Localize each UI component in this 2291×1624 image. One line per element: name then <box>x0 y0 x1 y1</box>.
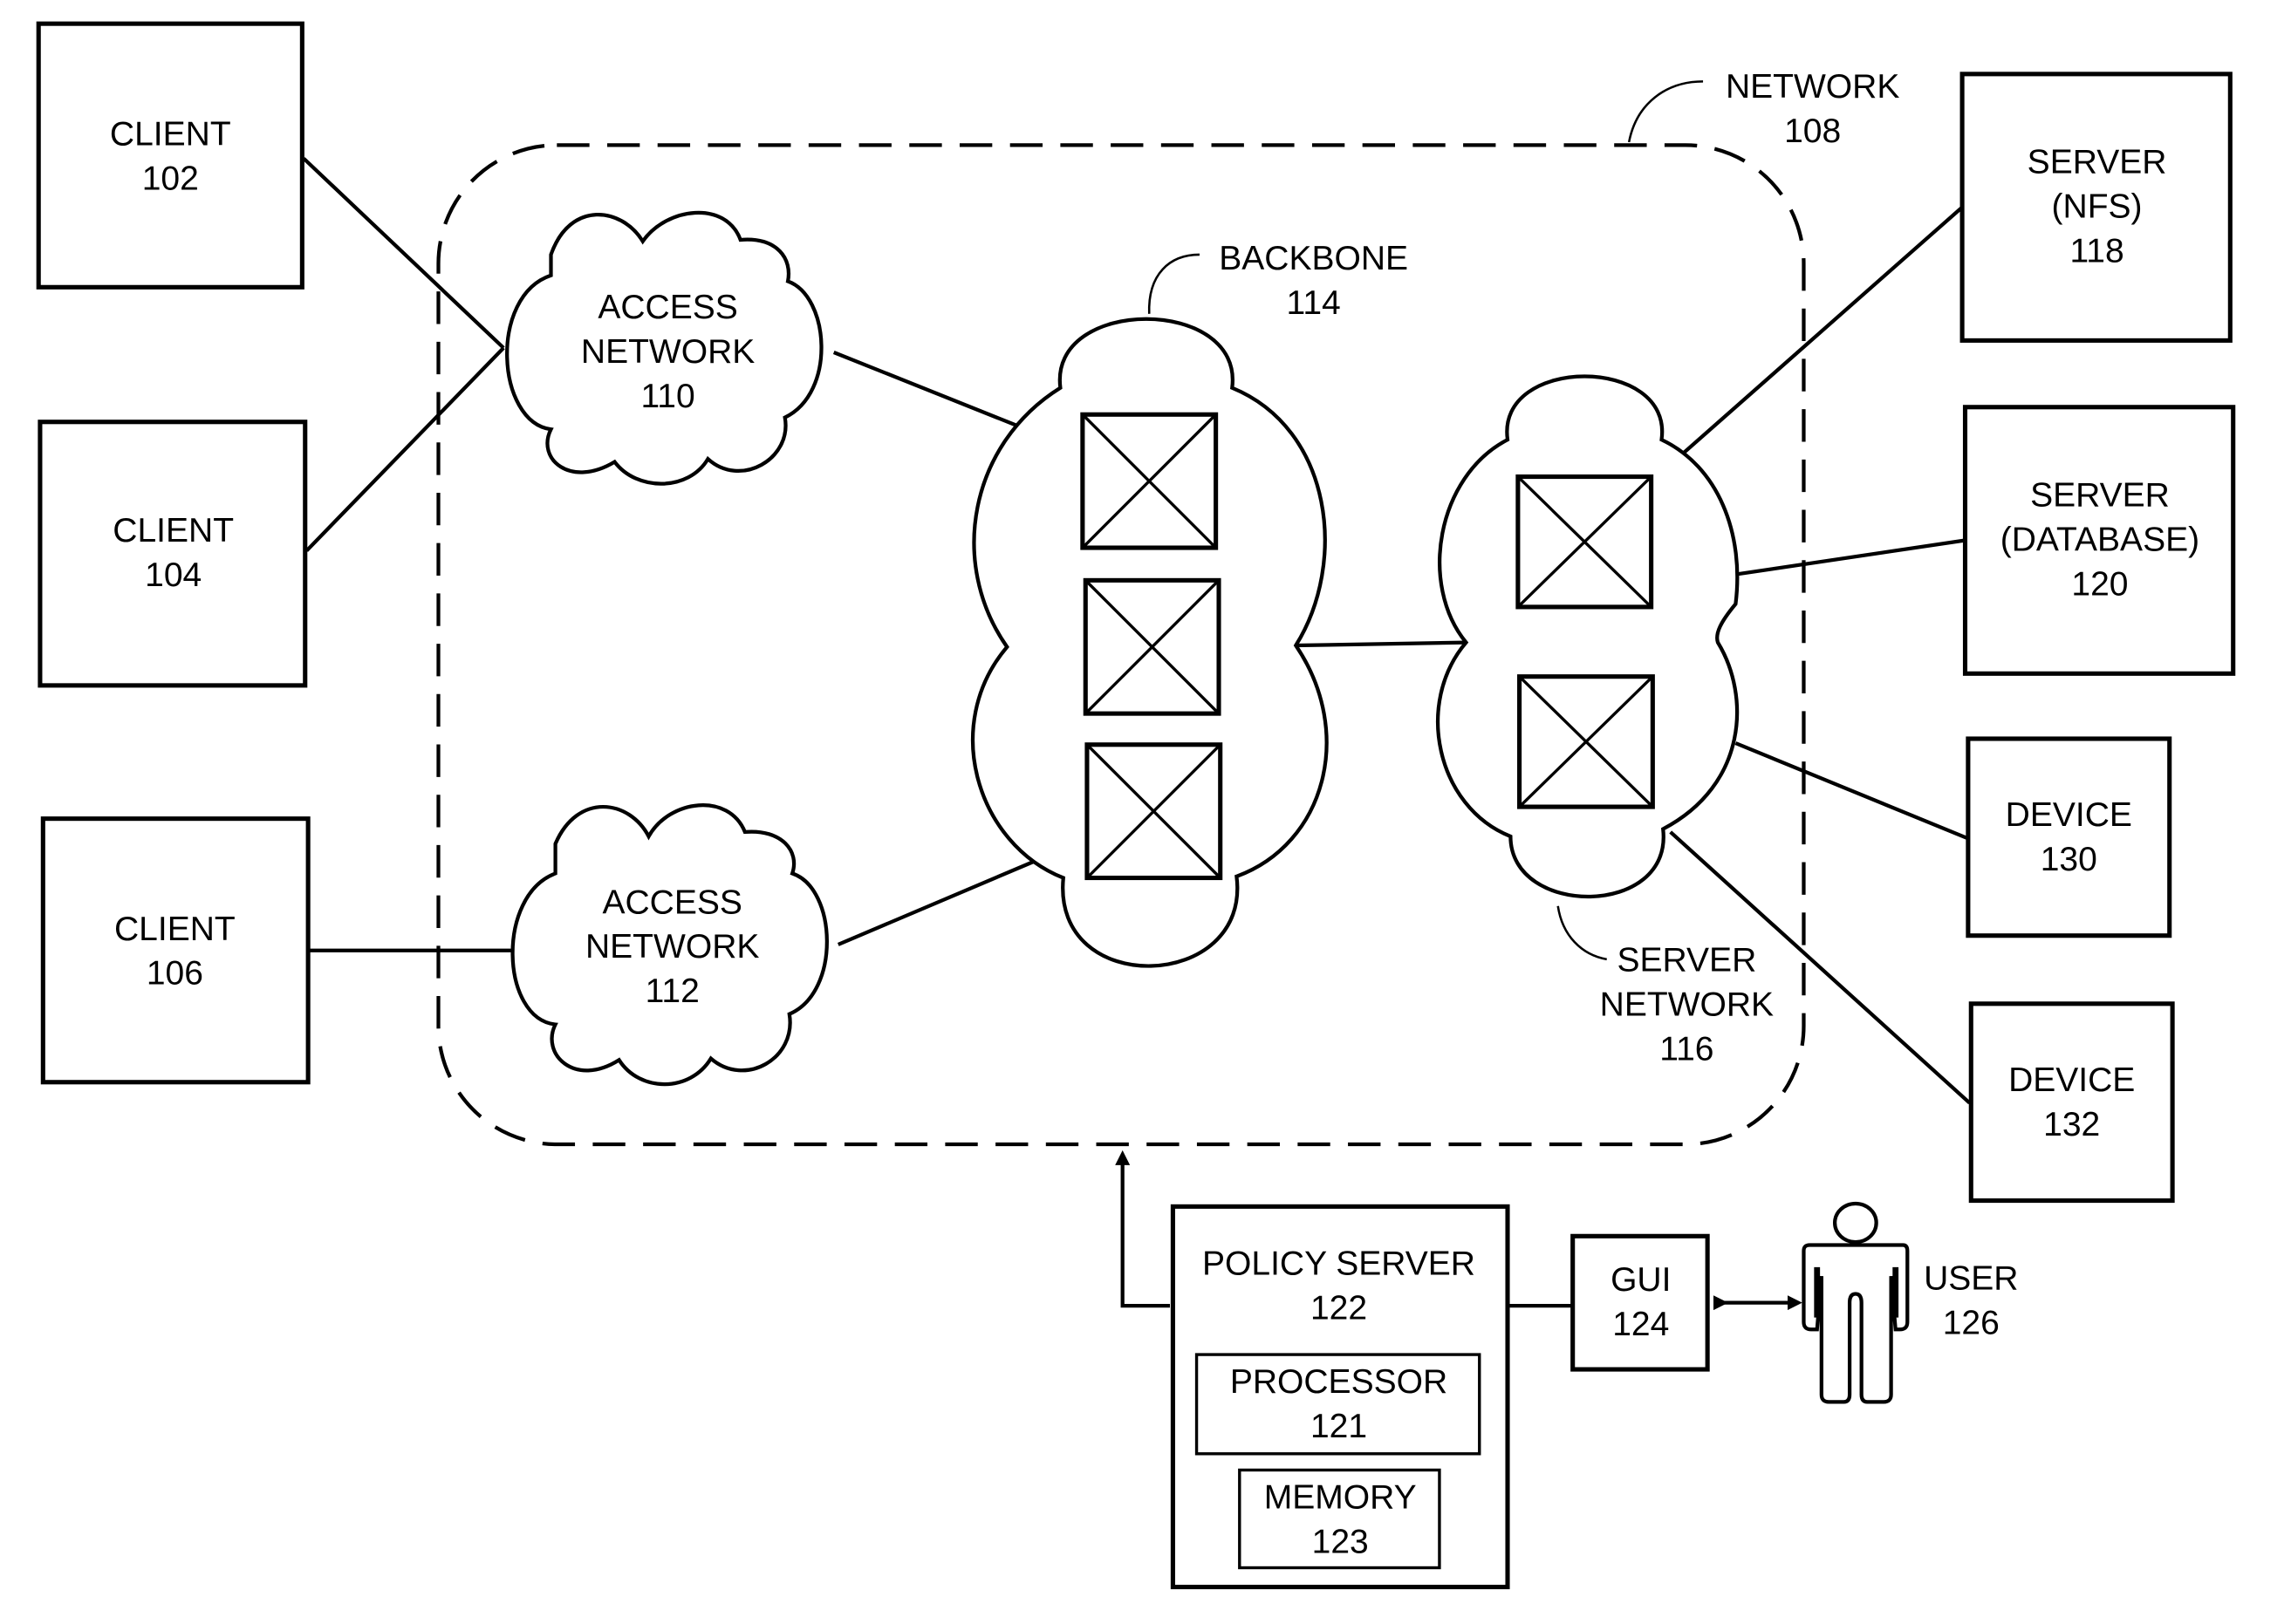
backbone-114[interactable]: BACKBONE 114 <box>970 240 1408 968</box>
servernet-ref: 116 <box>1659 1030 1713 1068</box>
gui-124[interactable]: GUI 124 <box>1570 1233 1710 1372</box>
memory-ref: 123 <box>1312 1524 1369 1561</box>
server-120-line1: SERVER <box>2030 476 2170 514</box>
access-110-line1: ACCESS <box>598 289 737 326</box>
server-118[interactable]: SERVER (NFS) 118 <box>1959 72 2233 343</box>
server-118-line2: (NFS) <box>2052 188 2143 226</box>
gui-label: GUI <box>1611 1261 1671 1299</box>
servernet-switch-2 <box>1517 674 1655 809</box>
link-backbone-servernet <box>1296 640 1467 648</box>
client-102-label: CLIENT <box>110 115 231 153</box>
link-access110-backbone <box>832 351 1035 434</box>
network-diagram: NETWORK 108 CLIENT 102 CLIENT 104 CLIENT… <box>36 21 2236 1590</box>
client-106-ref: 106 <box>147 955 203 993</box>
link-policy-network <box>1115 1150 1171 1308</box>
backbone-label: BACKBONE <box>1219 240 1408 277</box>
link-client104-access110 <box>304 346 505 552</box>
access-112-line1: ACCESS <box>602 884 742 921</box>
access-network-110[interactable]: ACCESS NETWORK 110 <box>505 210 824 486</box>
servernet-switch-1 <box>1515 474 1654 610</box>
network-108-leader <box>1627 80 1704 143</box>
link-client102-access110 <box>302 157 505 350</box>
user-126[interactable]: USER 126 <box>1802 1201 2018 1404</box>
server-network-116[interactable]: SERVER NETWORK 116 <box>1436 374 1774 1068</box>
client-102[interactable]: CLIENT 102 <box>36 21 304 290</box>
server-118-line1: SERVER <box>2028 144 2167 181</box>
device-130-ref: 130 <box>2041 841 2097 878</box>
processor-ref: 121 <box>1310 1408 1367 1445</box>
client-102-ref: 102 <box>142 160 199 197</box>
servernet-line1: SERVER <box>1617 941 1757 979</box>
client-106[interactable]: CLIENT 106 <box>40 816 311 1085</box>
user-figure-icon <box>1802 1201 1910 1404</box>
servernet-line2: NETWORK <box>1600 986 1774 1023</box>
access-112-line2: NETWORK <box>585 928 759 966</box>
backbone-switch-3 <box>1084 742 1223 881</box>
policy-server-label: POLICY SERVER <box>1202 1245 1475 1282</box>
link-access112-backbone <box>837 859 1035 946</box>
backbone-ref: 114 <box>1287 284 1341 322</box>
link-servernet-server120 <box>1735 538 1966 577</box>
server-120-ref: 120 <box>2071 565 2128 603</box>
access-112-ref: 112 <box>646 972 700 1010</box>
backbone-switch-2 <box>1083 577 1221 716</box>
processor-121[interactable]: PROCESSOR 121 <box>1194 1353 1481 1456</box>
user-label: USER <box>1924 1259 2018 1297</box>
access-network-112[interactable]: ACCESS NETWORK 112 <box>510 803 829 1087</box>
server-120-line2: (DATABASE) <box>2000 521 2199 558</box>
client-104[interactable]: CLIENT 104 <box>38 420 308 688</box>
policy-server-ref: 122 <box>1310 1289 1367 1327</box>
access-110-ref: 110 <box>641 378 695 415</box>
device-132-ref: 132 <box>2043 1106 2100 1143</box>
servernet-leader <box>1556 905 1607 961</box>
memory-label: MEMORY <box>1264 1479 1417 1517</box>
user-ref: 126 <box>1943 1304 2000 1341</box>
client-104-ref: 104 <box>145 556 202 594</box>
link-servernet-device130 <box>1734 741 1967 840</box>
server-120[interactable]: SERVER (DATABASE) 120 <box>1962 405 2236 676</box>
gui-ref: 124 <box>1612 1306 1669 1343</box>
backbone-leader <box>1147 253 1200 314</box>
network-108-ref: 108 <box>1784 113 1841 150</box>
device-130-label: DEVICE <box>2006 796 2132 834</box>
network-108-label: NETWORK <box>1726 68 1899 106</box>
memory-123[interactable]: MEMORY 123 <box>1238 1468 1441 1570</box>
link-servernet-server118 <box>1672 206 1964 464</box>
device-132-label: DEVICE <box>2008 1061 2135 1099</box>
backbone-switch-1 <box>1080 412 1219 550</box>
client-104-label: CLIENT <box>113 512 234 549</box>
access-110-line2: NETWORK <box>581 333 755 371</box>
server-118-ref: 118 <box>2069 232 2123 270</box>
device-130[interactable]: DEVICE 130 <box>1966 736 2172 938</box>
device-132[interactable]: DEVICE 132 <box>1968 1001 2175 1204</box>
processor-label: PROCESSOR <box>1230 1363 1447 1401</box>
policy-server-122[interactable]: POLICY SERVER 122 PROCESSOR 121 MEMORY 1… <box>1170 1204 1510 1590</box>
client-106-label: CLIENT <box>114 911 236 948</box>
